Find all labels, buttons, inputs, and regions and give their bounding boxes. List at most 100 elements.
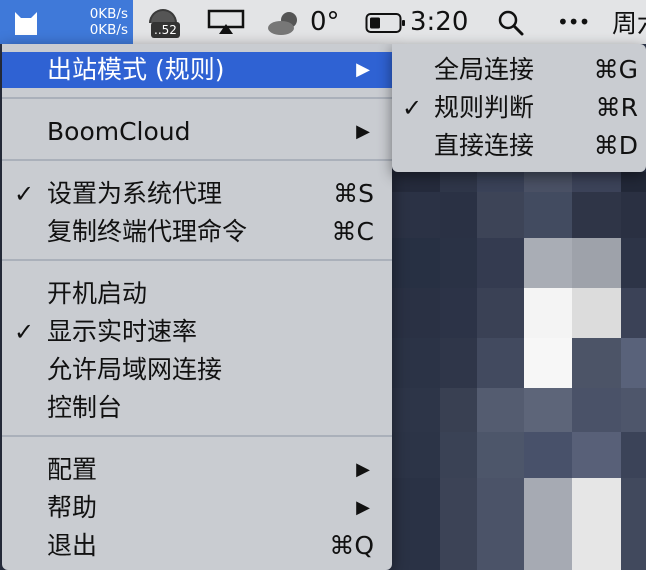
menu-item-label: 配置 <box>47 455 98 484</box>
menu-divider <box>2 97 392 99</box>
battery-clock-item[interactable]: 3:20 <box>363 0 473 44</box>
mosaic-tile <box>621 288 646 338</box>
menu-item-label: 允许局域网连接 <box>47 355 223 384</box>
mosaic-tile <box>621 192 646 238</box>
more-icon: ••• <box>557 10 590 34</box>
mosaic-tile <box>572 338 621 388</box>
menu-item-allow-lan[interactable]: 允许局域网连接 <box>2 352 392 388</box>
submenu-arrow-icon: ▶ <box>356 121 370 142</box>
weather-item[interactable]: 0° <box>265 0 345 44</box>
mosaic-tile <box>477 172 524 192</box>
mosaic-tile <box>621 526 646 570</box>
mosaic-tile <box>524 388 572 432</box>
menu-item-quit[interactable]: 退出 ⌘Q <box>2 528 392 564</box>
submenu-arrow-icon: ▶ <box>356 497 370 518</box>
proxy-status-item[interactable]: 0KB/s 0KB/s <box>0 0 133 44</box>
search-icon <box>497 9 525 41</box>
mosaic-tile <box>440 478 477 526</box>
mosaic-tile <box>572 526 621 570</box>
menu-item-system-proxy[interactable]: ✓ 设置为系统代理 ⌘S <box>2 176 392 212</box>
mosaic-tile <box>621 432 646 478</box>
submenu-arrow-icon: ▶ <box>356 59 370 80</box>
mosaic-tile <box>477 388 524 432</box>
monitor-item[interactable]: ..52 <box>145 0 185 44</box>
day-label: 周六 <box>612 9 646 38</box>
mosaic-tile <box>572 172 621 192</box>
mosaic-tile <box>392 192 440 238</box>
mosaic-tile <box>477 238 524 288</box>
mosaic-tile <box>524 192 572 238</box>
menu-item-label: 复制终端代理命令 <box>47 217 248 246</box>
mosaic-tile <box>621 388 646 432</box>
submenu-arrow-icon: ▶ <box>356 459 370 480</box>
mosaic-tile <box>477 432 524 478</box>
menu-item-boomcloud[interactable]: BoomCloud ▶ <box>2 114 392 150</box>
menu-divider <box>2 435 392 437</box>
date-item[interactable]: 周六 <box>612 0 646 44</box>
mosaic-tile <box>392 526 440 570</box>
mosaic-tile <box>572 388 621 432</box>
menu-divider <box>2 259 392 261</box>
mosaic-tile <box>524 288 572 338</box>
shortcut-label: ⌘R <box>595 93 638 122</box>
menu-item-copy-terminal-command[interactable]: 复制终端代理命令 ⌘C <box>2 214 392 250</box>
submenu-item-rule[interactable]: ✓ 规则判断 ⌘R <box>392 89 646 127</box>
menu-item-config[interactable]: 配置 ▶ <box>2 452 392 488</box>
mosaic-tile <box>621 338 646 388</box>
submenu-item-global[interactable]: 全局连接 ⌘G <box>392 51 646 89</box>
mosaic-tile <box>440 432 477 478</box>
mosaic-tile <box>524 526 572 570</box>
mosaic-tile <box>477 478 524 526</box>
shortcut-label: ⌘C <box>331 217 374 246</box>
menu-item-label: BoomCloud <box>47 117 191 146</box>
mosaic-tile <box>477 288 524 338</box>
outbound-mode-submenu: 全局连接 ⌘G ✓ 规则判断 ⌘R 直接连接 ⌘D <box>392 44 646 172</box>
menu-item-show-speed[interactable]: ✓ 显示实时速率 <box>2 314 392 350</box>
mosaic-tile <box>440 172 477 192</box>
menu-item-label: 开机启动 <box>47 279 148 308</box>
menu-item-launch-at-login[interactable]: 开机启动 <box>2 276 392 312</box>
mosaic-tile <box>440 238 477 288</box>
menu-item-label: 出站模式 (规则) <box>47 55 225 84</box>
mosaic-tile <box>392 388 440 432</box>
shortcut-label: ⌘S <box>333 179 374 208</box>
menu-divider <box>2 159 392 161</box>
mosaic-tile <box>392 238 440 288</box>
mosaic-tile <box>440 192 477 238</box>
mosaic-tile <box>477 526 524 570</box>
menu-item-label: 控制台 <box>47 393 123 422</box>
battery-icon <box>365 12 407 38</box>
submenu-item-direct[interactable]: 直接连接 ⌘D <box>392 127 646 165</box>
menu-item-console[interactable]: 控制台 <box>2 390 392 426</box>
mosaic-tile <box>572 288 621 338</box>
mosaic-tile <box>621 238 646 288</box>
main-dropdown-menu: 出站模式 (规则) ▶ BoomCloud ▶ ✓ 设置为系统代理 ⌘S 复制终… <box>2 44 392 570</box>
check-icon: ✓ <box>402 94 423 122</box>
mosaic-tile <box>392 288 440 338</box>
mosaic-tile <box>392 172 440 192</box>
shortcut-label: ⌘D <box>593 131 638 160</box>
mosaic-tile <box>440 526 477 570</box>
airplay-icon <box>207 9 245 39</box>
check-icon: ✓ <box>14 180 35 208</box>
temperature: 0° <box>310 7 340 37</box>
search-item[interactable] <box>495 0 529 44</box>
mosaic-tile <box>392 338 440 388</box>
download-speed: 0KB/s <box>89 22 128 38</box>
airplay-item[interactable] <box>207 0 247 44</box>
upload-speed: 0KB/s <box>89 6 128 22</box>
more-item[interactable]: ••• <box>557 0 595 44</box>
menu-item-outbound-mode[interactable]: 出站模式 (规则) ▶ <box>2 52 392 88</box>
cat-icon <box>12 9 40 41</box>
mosaic-tile <box>524 478 572 526</box>
mosaic-tile <box>524 432 572 478</box>
mosaic-tile <box>621 478 646 526</box>
shortcut-label: ⌘G <box>593 55 638 84</box>
mosaic-tile <box>392 478 440 526</box>
weather-icon <box>267 10 301 40</box>
mosaic-tile <box>440 288 477 338</box>
check-icon: ✓ <box>14 318 35 346</box>
menu-item-help[interactable]: 帮助 ▶ <box>2 490 392 526</box>
mosaic-tile <box>477 192 524 238</box>
mosaic-tile <box>572 478 621 526</box>
